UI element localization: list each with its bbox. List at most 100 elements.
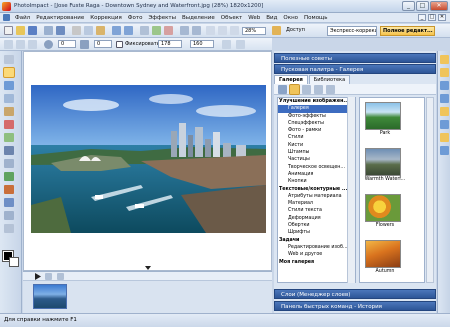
- crop-icon[interactable]: [140, 26, 149, 35]
- tab-gallery[interactable]: Галерея: [274, 75, 308, 84]
- magnifier-icon[interactable]: [230, 26, 239, 35]
- tree-item[interactable]: Кнопки: [278, 178, 355, 185]
- quick-command-header[interactable]: Панель быстрых команд - История: [274, 301, 436, 311]
- search-icon[interactable]: [326, 85, 335, 94]
- tab-library[interactable]: Библиотека: [308, 75, 351, 84]
- tips-dock-icon[interactable]: [440, 55, 449, 64]
- tree-item[interactable]: Фото - рамки: [278, 127, 355, 134]
- resize-icon[interactable]: [152, 26, 161, 35]
- tree-item[interactable]: Материал: [278, 200, 355, 207]
- menu-selection[interactable]: Выделение: [179, 15, 218, 21]
- redo-icon[interactable]: [124, 26, 133, 35]
- new-file-icon[interactable]: [4, 26, 13, 35]
- paint-brush-icon[interactable]: [4, 146, 14, 155]
- tree-group[interactable]: Текстовые/контурные ...: [278, 186, 355, 193]
- shape-tool-icon[interactable]: [4, 198, 14, 207]
- zoom-select[interactable]: 28%: [242, 27, 266, 35]
- tree-item[interactable]: Стили: [278, 134, 355, 141]
- crop-tool-icon[interactable]: [4, 107, 14, 116]
- color-swatches[interactable]: [2, 250, 19, 267]
- document-icon[interactable]: [3, 14, 10, 21]
- tree-item[interactable]: Редактирование изоб...: [278, 244, 355, 251]
- fill-icon[interactable]: [4, 172, 14, 181]
- soft-edge-icon[interactable]: [44, 40, 53, 49]
- view-icon[interactable]: [180, 26, 189, 35]
- doc-close-button[interactable]: ✕: [438, 14, 446, 21]
- tree-item[interactable]: Частицы: [278, 156, 355, 163]
- print-icon[interactable]: [56, 26, 65, 35]
- width-field[interactable]: 178: [158, 40, 182, 48]
- save-icon[interactable]: [28, 26, 37, 35]
- add-icon[interactable]: [302, 85, 311, 94]
- eraser-icon[interactable]: [4, 159, 14, 168]
- sort-icon[interactable]: [57, 273, 64, 280]
- palette-dock-icon[interactable]: [440, 68, 449, 77]
- red-eye-icon[interactable]: [4, 120, 14, 129]
- tree-item[interactable]: Штампы: [278, 149, 355, 156]
- selection-tool-icon[interactable]: [3, 67, 15, 78]
- cut-icon[interactable]: [72, 26, 81, 35]
- selection-mode-icon[interactable]: [4, 40, 13, 49]
- tree-group[interactable]: Улучшение изображен...: [278, 98, 355, 105]
- tree-item[interactable]: Шрифты: [278, 229, 355, 236]
- layers-panel-header[interactable]: Слои (Менеджер слоев): [274, 289, 436, 299]
- access-button[interactable]: Доступ: [286, 27, 305, 33]
- zoom-in-icon[interactable]: [218, 26, 227, 35]
- magic-wand-icon[interactable]: [4, 94, 14, 103]
- thumbnail-flowers[interactable]: [365, 194, 401, 222]
- minimize-button[interactable]: _: [402, 1, 415, 11]
- properties-icon[interactable]: [314, 85, 323, 94]
- menu-photo[interactable]: Фото: [125, 15, 146, 21]
- close-button[interactable]: ✕: [430, 1, 448, 11]
- tree-item[interactable]: Стили текста: [278, 207, 355, 214]
- tree-item[interactable]: Фото-эффекты: [278, 113, 355, 120]
- zoom-tool-icon[interactable]: [4, 211, 14, 220]
- folder-icon[interactable]: [278, 85, 287, 94]
- undo-icon[interactable]: [112, 26, 121, 35]
- menu-window[interactable]: Окно: [280, 15, 301, 21]
- navigator-dock-icon[interactable]: [440, 146, 449, 155]
- tree-item[interactable]: Деформация: [278, 215, 355, 222]
- open-folder-icon[interactable]: [16, 26, 25, 35]
- text-tool-icon[interactable]: [4, 185, 14, 194]
- copy-icon[interactable]: [84, 26, 93, 35]
- easypalette-header[interactable]: Пусковая палитра - Галерея: [274, 64, 436, 74]
- access-icon[interactable]: [272, 26, 281, 35]
- clone-tool-icon[interactable]: [4, 133, 14, 142]
- play-icon[interactable]: [35, 273, 41, 280]
- doc-minimize-button[interactable]: _: [418, 14, 426, 21]
- tree-item[interactable]: Обертки: [278, 222, 355, 229]
- tree-item[interactable]: Анимация: [278, 171, 355, 178]
- tree-item[interactable]: Галерея: [278, 105, 355, 113]
- maximize-button[interactable]: □: [416, 1, 429, 11]
- express-correction-dropdown[interactable]: Экспресс-коррекция: [327, 26, 377, 36]
- add-selection-icon[interactable]: [16, 40, 25, 49]
- background-color[interactable]: [9, 257, 19, 267]
- info-dock-icon[interactable]: [440, 120, 449, 129]
- menu-web[interactable]: Web: [245, 15, 263, 21]
- layers-dock-icon[interactable]: [440, 81, 449, 90]
- zoom-out-icon[interactable]: [206, 26, 215, 35]
- tree-item[interactable]: Кисти: [278, 142, 355, 149]
- options-icon[interactable]: [236, 40, 245, 49]
- thumbnail-warmth[interactable]: [365, 148, 401, 176]
- fix-checkbox[interactable]: [116, 41, 123, 48]
- paste-icon[interactable]: [96, 26, 105, 35]
- menu-effects[interactable]: Эффекты: [145, 15, 179, 21]
- menu-help[interactable]: Помощь: [301, 15, 330, 21]
- view-mode-icon[interactable]: [45, 273, 52, 280]
- eyedropper-icon[interactable]: [4, 224, 14, 233]
- fullscreen-icon[interactable]: [192, 26, 201, 35]
- lasso-tool-icon[interactable]: [4, 81, 14, 90]
- document-thumbnail[interactable]: [33, 284, 67, 309]
- menu-object[interactable]: Объект: [218, 15, 246, 21]
- pick-tool-icon[interactable]: [4, 55, 14, 64]
- swap-icon[interactable]: [222, 40, 231, 49]
- antialias-field[interactable]: 0: [94, 40, 112, 48]
- tree-item[interactable]: Творческое освещен...: [278, 164, 355, 171]
- scan-icon[interactable]: [44, 26, 53, 35]
- tree-scrollbar[interactable]: [347, 97, 355, 283]
- materials-dock-icon[interactable]: [440, 107, 449, 116]
- thumbnails-scrollbar[interactable]: [426, 97, 434, 283]
- useful-tips-header[interactable]: Полезные советы: [274, 53, 436, 63]
